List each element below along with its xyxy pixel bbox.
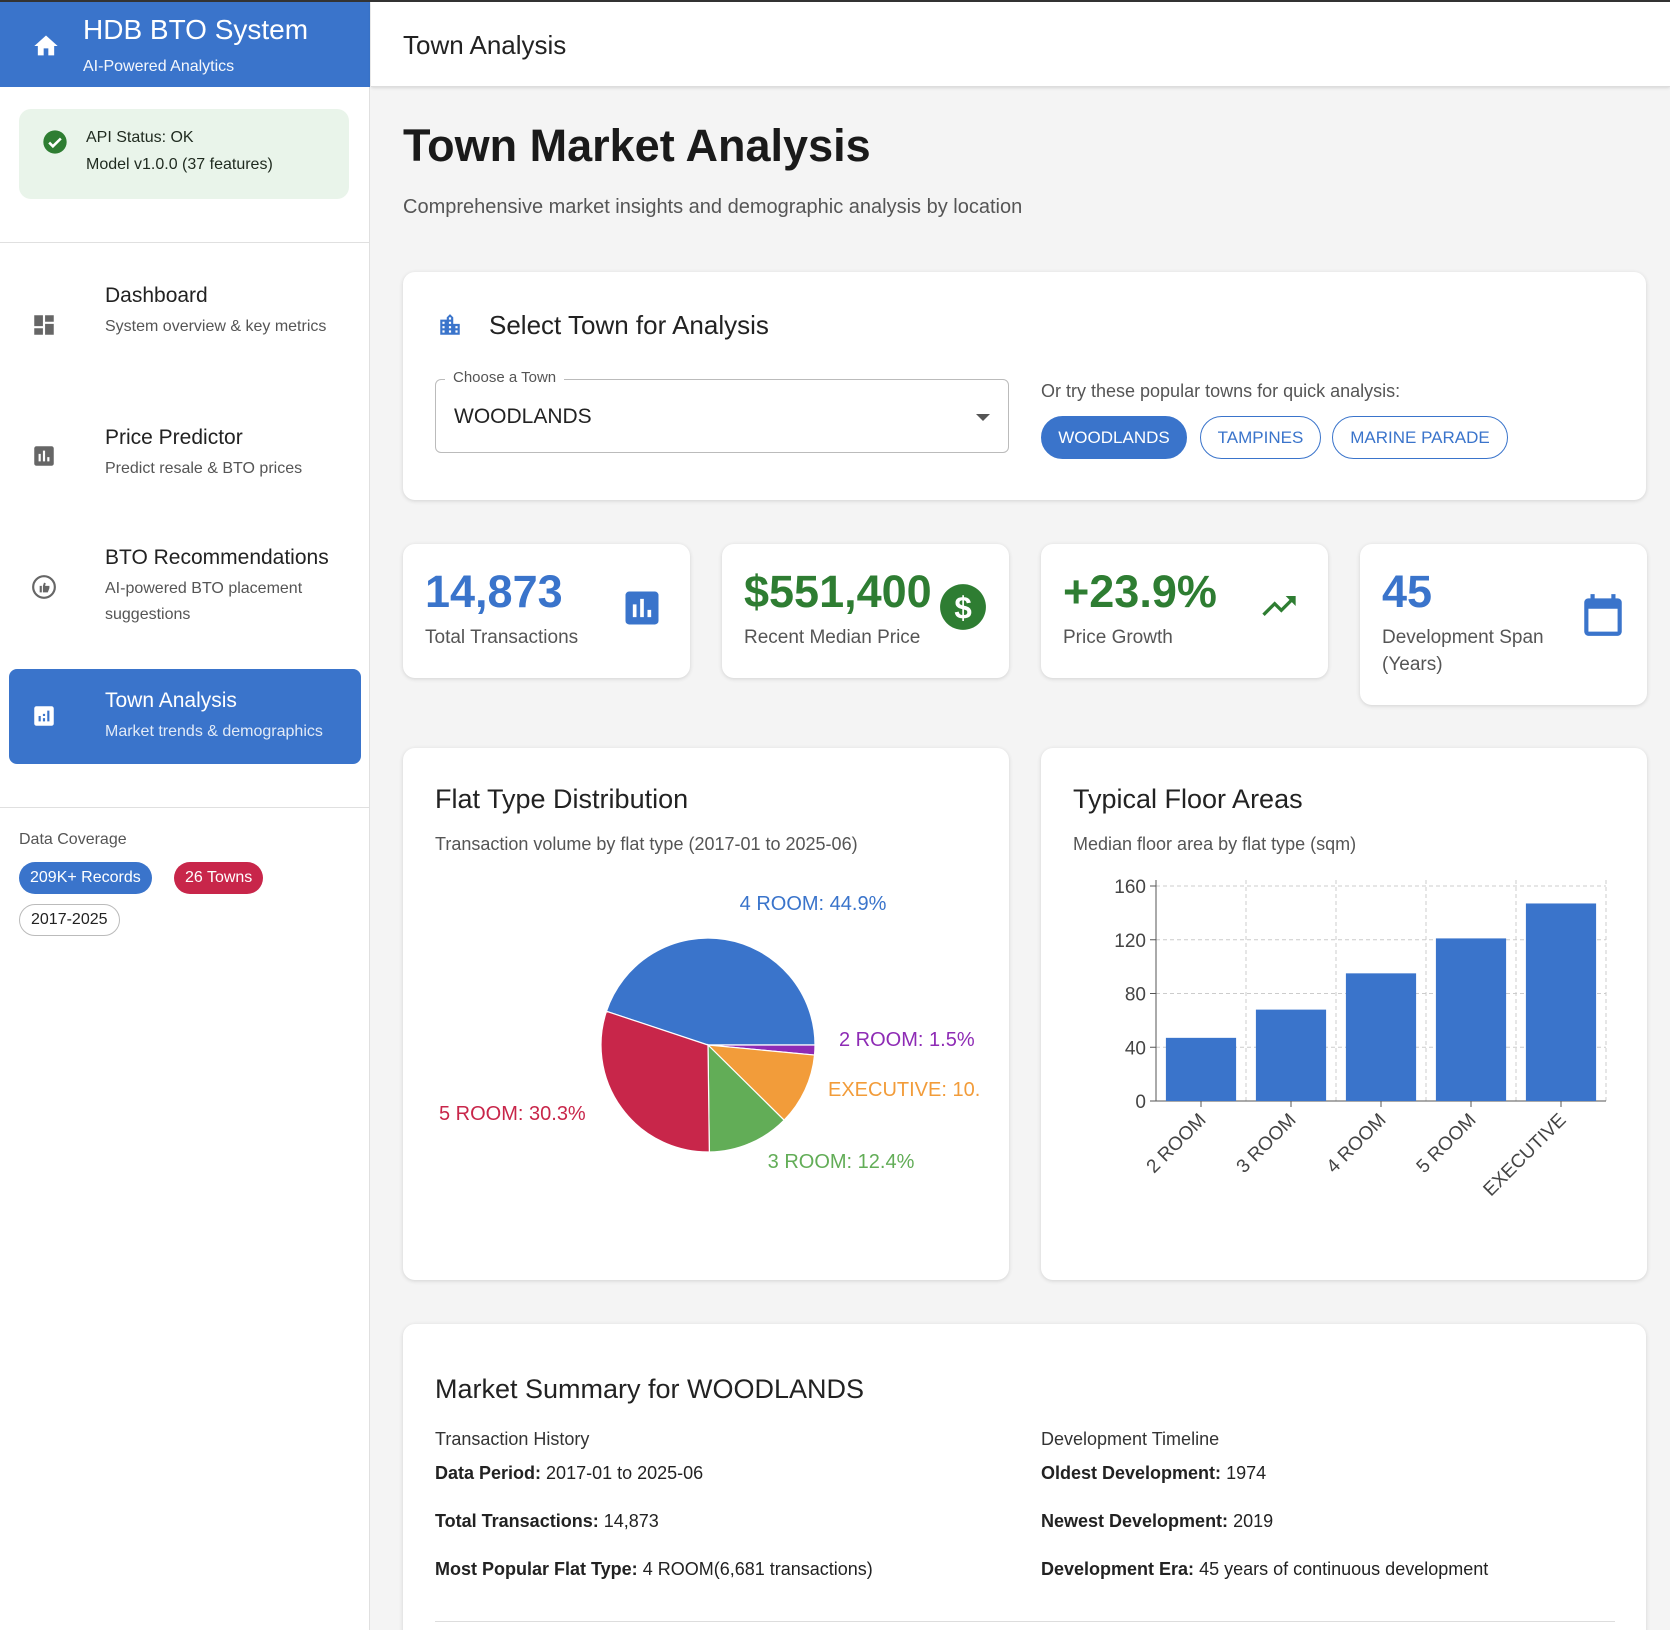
- stat-label: Total Transactions: [425, 627, 579, 648]
- pie-label: 5 ROOM: 30.3%: [439, 1103, 586, 1125]
- brand-header[interactable]: HDB BTO System AI-Powered Analytics: [0, 2, 370, 87]
- summary-total-transactions: Total Transactions: 14,873: [435, 1511, 659, 1531]
- sidebar-item-label: Town Analysis: [105, 689, 237, 712]
- town-select[interactable]: WOODLANDS: [435, 379, 1009, 453]
- bar-4-room[interactable]: [1345, 973, 1417, 1101]
- stat-value: 45: [1382, 566, 1433, 617]
- years-chip: 2017-2025: [19, 904, 120, 936]
- stat-total-transactions: 14,873 Total Transactions: [403, 544, 690, 678]
- summary-divider: [435, 1621, 1615, 1622]
- x-tick-label: 5 ROOM: [1413, 1110, 1481, 1178]
- x-tick-label: EXECUTIVE: [1480, 1110, 1571, 1201]
- dashboard-icon: [34, 315, 54, 335]
- sidebar-item-label: Dashboard: [105, 284, 208, 307]
- sidebar-item-dashboard[interactable]: Dashboard System overview & key metrics: [9, 270, 361, 380]
- summary-data-period: Data Period: 2017-01 to 2025-06: [435, 1463, 704, 1483]
- popular-town-woodlands[interactable]: WOODLANDS: [1041, 416, 1187, 459]
- header-title: Town Analysis: [403, 30, 567, 60]
- assessment-icon: [34, 446, 54, 466]
- pie-label: 4 ROOM: 44.9%: [740, 893, 887, 915]
- pie-label: EXECUTIVE: 10.9%: [828, 1079, 1009, 1101]
- model-version-text: Model v1.0.0 (37 features): [86, 156, 273, 173]
- select-town-card: Select Town for Analysis WOODLANDS Choos…: [403, 272, 1646, 500]
- records-chip: 209K+ Records: [19, 862, 152, 894]
- popular-towns-label: Or try these popular towns for quick ana…: [1041, 381, 1401, 401]
- sidebar-item-bto-recommendations[interactable]: BTO Recommendations AI-powered BTO place…: [9, 540, 361, 650]
- stat-value: +23.9%: [1063, 566, 1217, 617]
- location-city-icon: [440, 314, 460, 335]
- stat-label: Recent Median Price: [744, 627, 921, 648]
- data-coverage-label: Data Coverage: [19, 831, 127, 848]
- check-circle-icon: [43, 130, 67, 154]
- bar-5-room[interactable]: [1435, 938, 1507, 1101]
- summary-newest-development: Newest Development: 2019: [1041, 1511, 1274, 1531]
- y-tick-label: 40: [1125, 1038, 1146, 1059]
- svg-text:$: $: [954, 590, 971, 625]
- stat-value: 14,873: [425, 566, 563, 617]
- calendar-icon: [1584, 594, 1622, 636]
- stat-development-span: 45 Development Span (Years): [1360, 544, 1647, 705]
- sidebar-item-desc: Market trends & demographics: [105, 723, 323, 740]
- sidebar-item-label: Price Predictor: [105, 426, 243, 449]
- home-icon: [34, 35, 58, 56]
- sidebar-item-town-analysis[interactable]: Town Analysis Market trends & demographi…: [9, 669, 361, 764]
- summary-popular-flat-type: Most Popular Flat Type: 4 ROOM(6,681 tra…: [435, 1559, 873, 1579]
- analytics-icon: [34, 706, 54, 726]
- sidebar-divider: [0, 242, 370, 243]
- stat-label: Development Span (Years): [1382, 627, 1544, 675]
- pie-label: 2 ROOM: 1.5%: [839, 1029, 975, 1051]
- pie-label: 3 ROOM: 12.4%: [768, 1151, 915, 1173]
- sidebar-item-desc: System overview & key metrics: [105, 318, 327, 335]
- trending-up-icon: [1262, 596, 1296, 616]
- sidebar-item-price-predictor[interactable]: Price Predictor Predict resale & BTO pri…: [9, 414, 361, 494]
- dropdown-arrow-icon[interactable]: [976, 414, 990, 421]
- bar-3-room[interactable]: [1255, 1009, 1327, 1101]
- app-title: HDB BTO System: [83, 14, 309, 45]
- y-tick-label: 160: [1114, 877, 1146, 898]
- town-select-label: Choose a Town: [445, 369, 565, 386]
- x-tick-label: 3 ROOM: [1233, 1110, 1301, 1178]
- x-tick-label: 4 ROOM: [1323, 1110, 1391, 1178]
- api-status-text: API Status: OK: [86, 129, 194, 146]
- popular-town-marine-parade[interactable]: MARINE PARADE: [1332, 416, 1508, 459]
- popular-town-tampines[interactable]: TAMPINES: [1200, 416, 1321, 459]
- development-timeline-heading: Development Timeline: [1041, 1429, 1220, 1449]
- y-tick-label: 80: [1125, 985, 1146, 1006]
- bar-executive[interactable]: [1525, 903, 1597, 1101]
- dollar-icon: $: [940, 584, 986, 630]
- flat-type-pie-chart: 4 ROOM: 44.9% 2 ROOM: 1.5% EXECUTIVE: 10.9…: [439, 893, 1009, 1173]
- summary-oldest-development: Oldest Development: 1974: [1041, 1463, 1267, 1483]
- town-select-value: WOODLANDS: [454, 405, 592, 428]
- y-tick-label: 0: [1135, 1092, 1146, 1113]
- window-top-border: [0, 0, 1670, 2]
- stat-price-growth: +23.9% Price Growth: [1041, 544, 1328, 678]
- bar-chart-icon: [625, 591, 659, 625]
- x-tick-label: 2 ROOM: [1143, 1110, 1211, 1178]
- sidebar: HDB BTO System AI-Powered Analytics API …: [0, 0, 370, 1630]
- sidebar-item-label: BTO Recommendations: [105, 546, 329, 569]
- summary-development-era: Development Era: 45 years of continuous …: [1041, 1559, 1489, 1579]
- app-subtitle: AI-Powered Analytics: [83, 58, 235, 75]
- api-status-card: API Status: OK Model v1.0.0 (37 features…: [19, 109, 349, 199]
- stat-median-price: $551,400 Recent Median Price $: [722, 544, 1009, 678]
- top-app-bar: Town Analysis: [371, 2, 1670, 87]
- select-town-title: Select Town for Analysis: [489, 310, 769, 340]
- sidebar-item-desc: AI-powered BTO placement suggestions: [105, 580, 303, 623]
- summary-title: Market Summary for WOODLANDS: [435, 1374, 865, 1404]
- bar-2-room[interactable]: [1165, 1037, 1237, 1101]
- page-title: Town Market Analysis: [403, 120, 871, 171]
- market-summary-card: Market Summary for WOODLANDS Transaction…: [403, 1324, 1646, 1630]
- sidebar-divider: [0, 807, 370, 808]
- sidebar-item-desc: Predict resale & BTO prices: [105, 460, 303, 477]
- stat-value: $551,400: [744, 566, 932, 617]
- transaction-history-heading: Transaction History: [435, 1429, 590, 1449]
- towns-chip: 26 Towns: [174, 862, 264, 894]
- floor-area-bar-chart: 0 40 80 120 160 2 ROOM 3 ROOM 4 ROOM 5 ROOMEXECU…: [1114, 877, 1607, 1201]
- page-subtitle: Comprehensive market insights and demogr…: [403, 196, 1023, 218]
- thumb-up-icon: [32, 575, 56, 599]
- stat-label: Price Growth: [1063, 627, 1173, 648]
- y-tick-label: 120: [1114, 931, 1146, 952]
- flat-type-distribution-card: Flat Type Distribution Transaction volum…: [403, 748, 1009, 1280]
- floor-area-card: Typical Floor Areas Median floor area by…: [1041, 748, 1647, 1280]
